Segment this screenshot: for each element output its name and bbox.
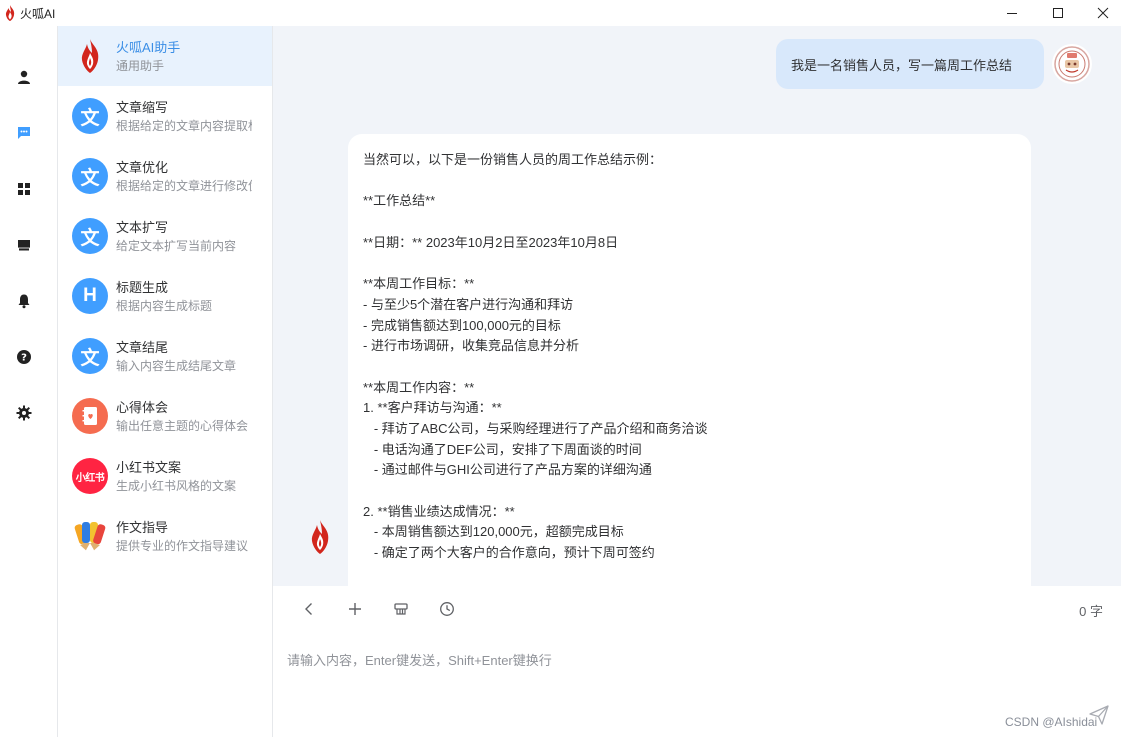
bot-message-line: - 拜访了ABC公司，与采购经理进行了产品介绍和商务洽谈 xyxy=(363,420,708,436)
plus-icon[interactable] xyxy=(346,600,364,618)
bot-message-line xyxy=(363,253,1016,274)
nav-rail: ? xyxy=(0,26,58,737)
assistant-item[interactable]: H 标题生成 根据内容生成标题 xyxy=(58,266,272,326)
assistant-item[interactable]: 小红书 小红书文案 生成小红书风格的文案 xyxy=(58,446,272,506)
assistant-name: 作文指导 xyxy=(116,520,169,535)
assistant-item[interactable]: 文 文章结尾 输入内容生成结尾文章 xyxy=(58,326,272,386)
apps-icon[interactable] xyxy=(15,180,33,198)
bot-message-line: **本周工作内容：** xyxy=(363,379,475,395)
assistant-name: 标题生成 xyxy=(116,280,169,295)
maximize-icon xyxy=(1053,8,1063,18)
user-message: 我是一名销售人员，写一篇周工作总结 xyxy=(776,39,1044,89)
minimize-button[interactable] xyxy=(989,0,1035,26)
bot-message-line xyxy=(363,481,1016,502)
assistant-item[interactable]: 作文指导 提供专业的作文指导建议 xyxy=(58,506,272,566)
bot-message-line: - 本周销售额达到120,000元，超额完成目标 xyxy=(363,524,624,540)
assistant-desc: 提供专业的作文指导建议 xyxy=(116,539,249,553)
assistant-name: 文本扩写 xyxy=(116,220,169,235)
word-count: 0 字 xyxy=(1079,604,1103,619)
watermark: CSDN @AIshidai xyxy=(1005,715,1098,729)
assistant-item[interactable]: 火呱AI助手 通用助手 xyxy=(58,26,272,86)
window-title: 火呱AI xyxy=(20,7,56,21)
chat-icon[interactable] xyxy=(15,124,33,142)
history-icon[interactable] xyxy=(438,600,456,618)
avatar xyxy=(1052,44,1092,84)
assistant-desc: 输入内容生成结尾文章 xyxy=(116,359,237,373)
bot-message-line: **日期：** 2023年10月2日至2023年10月8日 xyxy=(363,234,619,250)
bell-icon[interactable] xyxy=(15,292,33,310)
bot-message-line: 1. **客户拜访与沟通：** xyxy=(363,400,502,416)
assistant-desc: 根据给定的文章进行修改优 xyxy=(116,179,252,193)
bot-message-line: - 确定了两个大客户的合作意向，预计下周可签约 xyxy=(363,545,655,561)
assistant-name: 火呱AI助手 xyxy=(116,40,181,55)
title-bar: 火呱AI xyxy=(0,0,1121,26)
assistant-item[interactable]: 文 文章缩写 根据给定的文章内容提取标 xyxy=(58,86,272,146)
help-icon[interactable]: ? xyxy=(15,348,33,366)
assistant-desc: 输出任意主题的心得体会 xyxy=(116,419,249,433)
assistant-desc: 根据给定的文章内容提取标 xyxy=(116,119,252,133)
bot-message-line: **本周工作目标：** xyxy=(363,276,475,292)
bot-avatar xyxy=(309,520,331,554)
maximize-button[interactable] xyxy=(1035,0,1081,26)
assistant-desc: 通用助手 xyxy=(116,59,165,73)
assistant-name: 心得体会 xyxy=(116,400,169,415)
fire-logo-icon xyxy=(72,38,108,74)
bot-message: 当然可以，以下是一份销售人员的周工作总结示例： **工作总结** **日期：**… xyxy=(348,134,1031,586)
assistant-list: 火呱AI助手 通用助手 文 文章缩写 根据给定的文章内容提取标 文 文章优化 根… xyxy=(58,26,273,737)
close-icon xyxy=(1097,7,1109,19)
user-message-text: 我是一名销售人员，写一篇周工作总结 xyxy=(791,57,1013,73)
chat-area: 我是一名销售人员，写一篇周工作总结 当然可以，以下是一份销售人员的周工作总结示例… xyxy=(273,26,1121,586)
close-button[interactable] xyxy=(1080,0,1121,26)
assistant-desc: 根据内容生成标题 xyxy=(116,299,213,313)
bot-message-line xyxy=(363,212,1016,233)
assistant-desc: 生成小红书风格的文案 xyxy=(116,479,237,493)
assistant-avatar: 文 xyxy=(72,218,108,254)
notebook-icon xyxy=(72,398,108,434)
assistant-desc: 给定文本扩写当前内容 xyxy=(116,239,237,253)
message-input[interactable] xyxy=(287,646,1087,674)
assistant-name: 小红书文案 xyxy=(116,460,182,475)
bot-message-line: - 与至少5个潜在客户进行沟通和拜访 xyxy=(363,296,574,312)
gear-icon[interactable] xyxy=(15,404,33,422)
bot-message-line: - 进行市场调研，收集竞品信息并分析 xyxy=(363,338,579,354)
bot-message-line: **工作总结** xyxy=(363,193,436,209)
assistant-avatar: H xyxy=(72,278,108,314)
assistant-avatar: 文 xyxy=(72,158,108,194)
bot-message-line: - 通过邮件与GHI公司进行了产品方案的详细沟通 xyxy=(363,462,652,478)
bot-message-line: 当然可以，以下是一份销售人员的周工作总结示例： xyxy=(363,152,663,167)
assistant-item[interactable]: 心得体会 输出任意主题的心得体会 xyxy=(58,386,272,446)
assistant-avatar: 文 xyxy=(72,338,108,374)
bot-message-line xyxy=(363,171,1016,192)
bot-message-line xyxy=(363,357,1016,378)
pencils-icon xyxy=(72,518,108,554)
bot-message-line: 2. **销售业绩达成情况：** xyxy=(363,503,515,519)
assistant-name: 文章优化 xyxy=(116,160,169,175)
assistant-avatar: 文 xyxy=(72,98,108,134)
back-icon[interactable] xyxy=(300,600,318,618)
composer: 0 字 CSDN @AIshidai xyxy=(273,586,1121,737)
assistant-name: 文章缩写 xyxy=(116,100,169,115)
assistant-name: 文章结尾 xyxy=(116,340,169,355)
svg-text:?: ? xyxy=(21,353,27,364)
store-icon[interactable] xyxy=(15,236,33,254)
user-icon[interactable] xyxy=(15,68,33,86)
bot-message-line: - 电话沟通了DEF公司，安排了下周面谈的时间 xyxy=(363,441,642,457)
assistant-avatar: 小红书 xyxy=(72,458,108,494)
minimize-icon xyxy=(1007,13,1017,14)
clear-icon[interactable] xyxy=(392,600,410,618)
assistant-item[interactable]: 文 文本扩写 给定文本扩写当前内容 xyxy=(58,206,272,266)
assistant-item[interactable]: 文 文章优化 根据给定的文章进行修改优 xyxy=(58,146,272,206)
app-logo-icon xyxy=(5,5,15,21)
bot-message-line: - 完成销售额达到100,000元的目标 xyxy=(363,317,561,333)
